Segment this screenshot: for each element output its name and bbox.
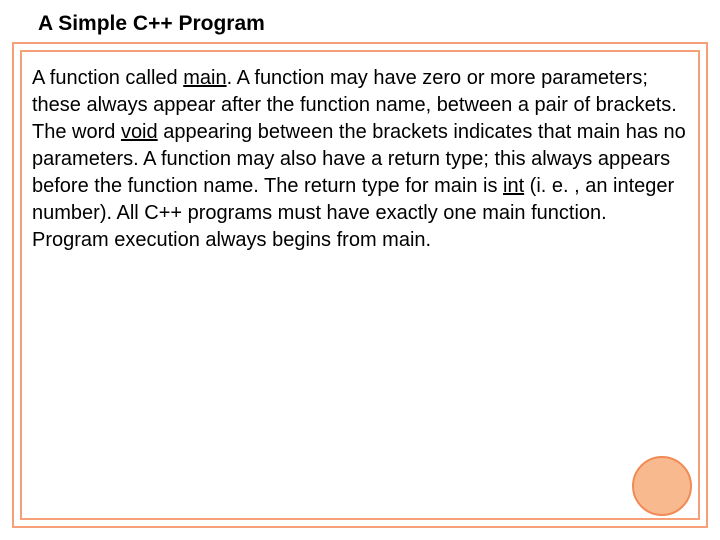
body-paragraph: A function called main. A function may h… — [32, 65, 688, 254]
decorative-circle-icon — [632, 456, 692, 516]
underlined-int: int — [503, 175, 524, 197]
underlined-main: main — [183, 67, 226, 89]
underlined-void: void — [121, 121, 158, 143]
text-segment: A function called — [32, 67, 183, 89]
slide-title: A Simple C++ Program — [38, 12, 265, 36]
